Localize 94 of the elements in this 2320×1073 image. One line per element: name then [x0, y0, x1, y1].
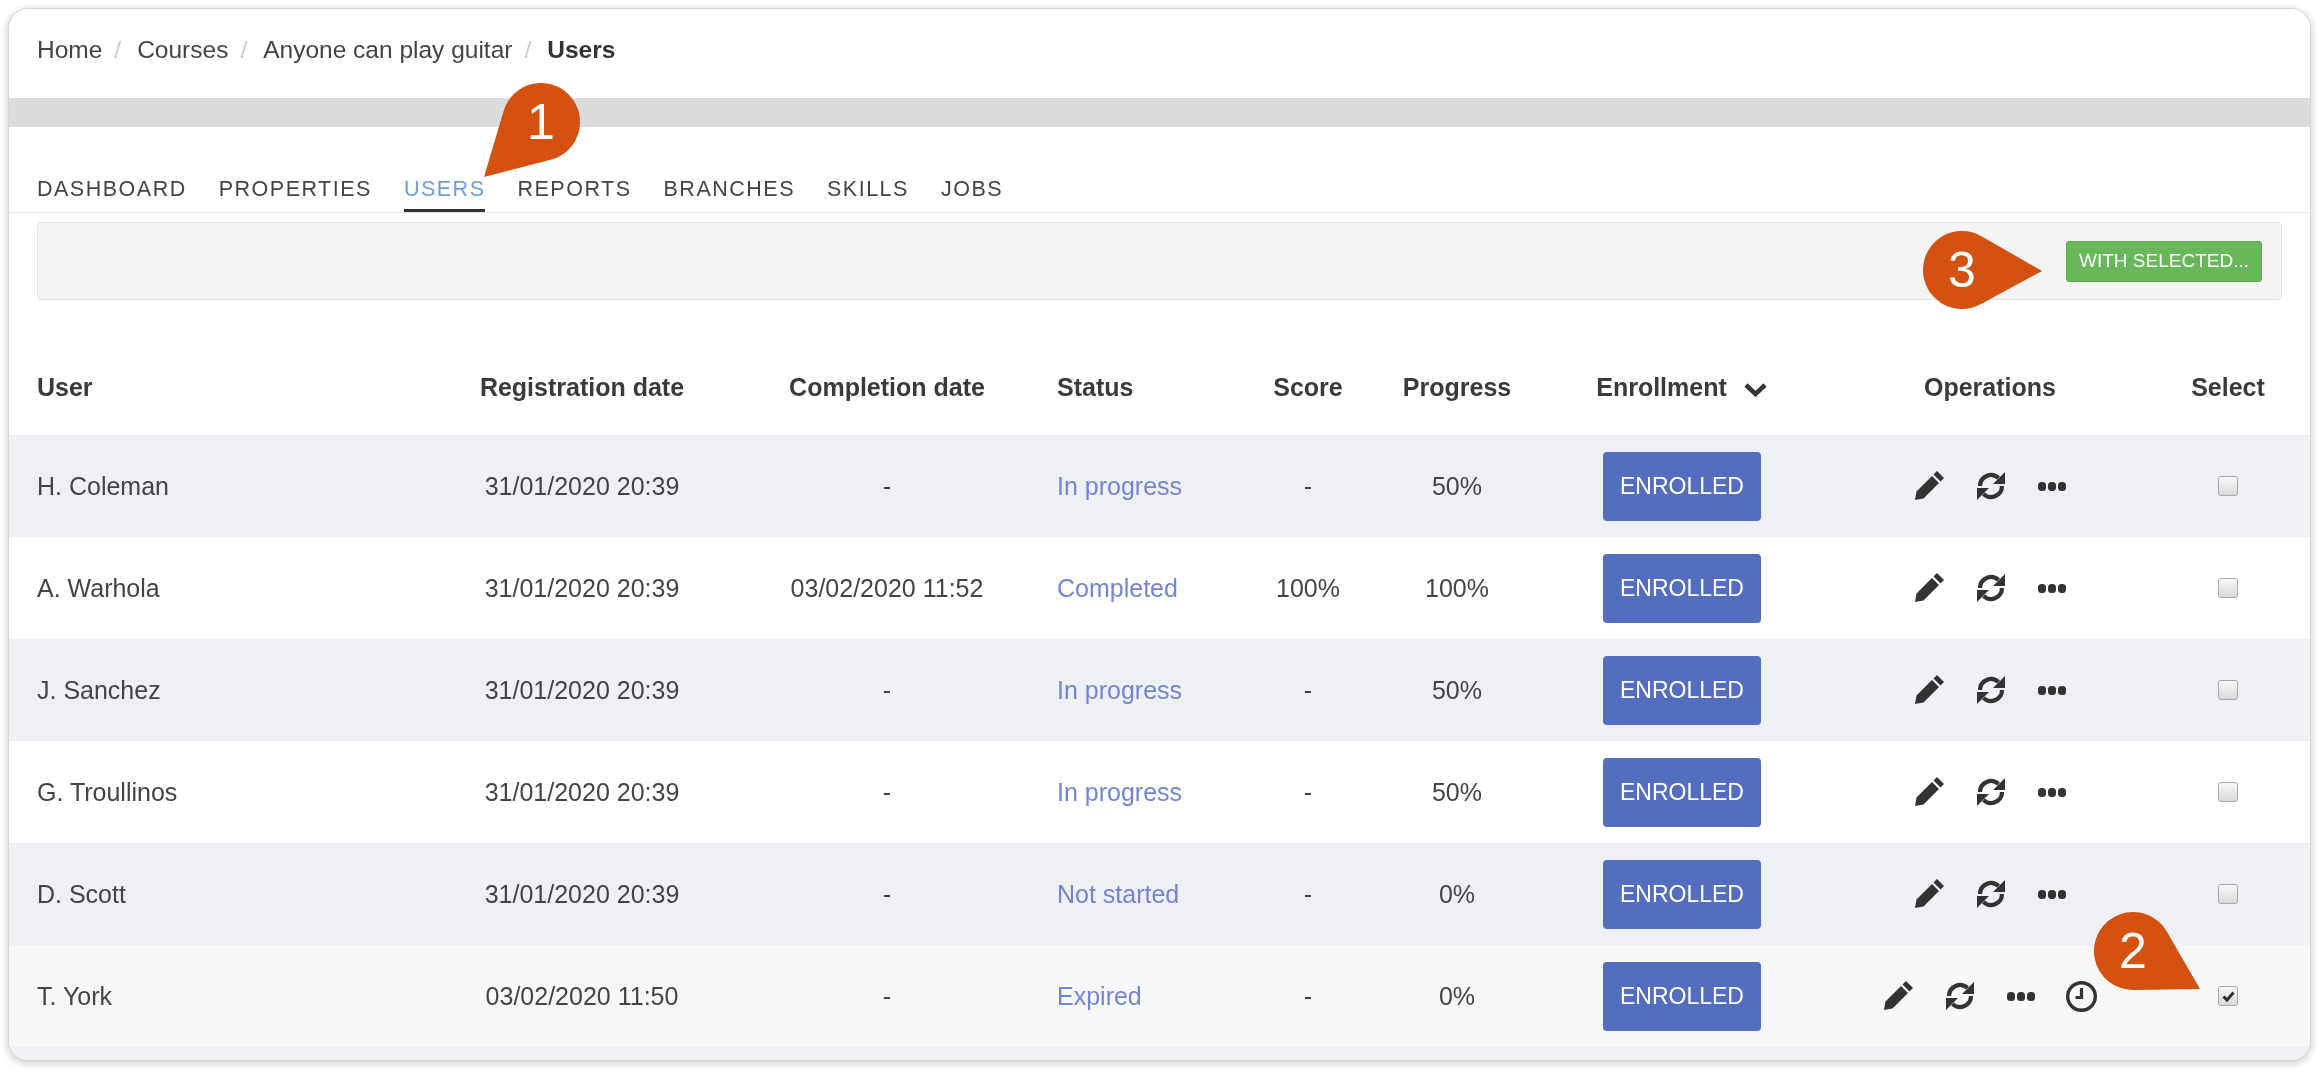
chevron-down-icon[interactable] [1742, 381, 1768, 397]
breadcrumb-current: Users [547, 35, 616, 66]
column-header: Completion date [789, 372, 985, 402]
select-checkbox[interactable] [2218, 476, 2238, 496]
select-checkbox[interactable] [2218, 986, 2238, 1006]
refresh-icon[interactable] [1944, 981, 1976, 1011]
select-checkbox[interactable] [2218, 680, 2238, 700]
column-header: Progress [1402, 372, 1512, 402]
pencil-icon[interactable] [1883, 981, 1913, 1011]
enrollment-button[interactable]: ENROLLED [1603, 961, 1761, 1031]
callout-marker: 2 [2094, 912, 2200, 990]
user-name: T. York [37, 981, 113, 1011]
tab[interactable]: DASHBOARD [37, 175, 187, 212]
ellipsis-icon[interactable] [2007, 991, 2035, 1001]
user-name: D. Scott [37, 879, 126, 909]
status-label: In progress [1057, 777, 1183, 807]
refresh-icon[interactable] [1975, 471, 2007, 501]
status-label: In progress [1057, 471, 1183, 501]
registration-date: 31/01/2020 20:39 [484, 879, 680, 909]
progress-value: 50% [1431, 777, 1482, 807]
tab[interactable]: BRANCHES [663, 175, 795, 212]
score-value: - [1303, 981, 1313, 1011]
tab[interactable]: JOBS [940, 175, 1004, 212]
status-label: In progress [1057, 675, 1183, 705]
user-name: G. Troullinos [37, 777, 178, 807]
column-header: Registration date [479, 372, 685, 402]
progress-value: 0% [1438, 879, 1476, 909]
column-header: Status [1057, 372, 1134, 402]
select-checkbox[interactable] [2218, 578, 2238, 598]
score-value: - [1303, 675, 1313, 705]
select-checkbox[interactable] [2218, 884, 2238, 904]
score-value: 100% [1276, 573, 1340, 603]
enrollment-button[interactable]: ENROLLED [1603, 757, 1761, 827]
user-name: A. Warhola [37, 573, 160, 603]
registration-date: 03/02/2020 11:50 [485, 981, 679, 1011]
breadcrumb-link[interactable]: Anyone can play guitar [263, 32, 513, 69]
select-checkbox[interactable] [2218, 782, 2238, 802]
score-value: - [1303, 777, 1313, 807]
refresh-icon[interactable] [1975, 675, 2007, 705]
pencil-icon[interactable] [1914, 573, 1944, 603]
breadcrumb-separator: / [240, 35, 248, 66]
column-header: Score [1273, 372, 1343, 402]
callout-marker: 3 [1923, 231, 2042, 309]
breadcrumb-separator: / [524, 35, 532, 66]
registration-date: 31/01/2020 20:39 [484, 777, 680, 807]
column-header[interactable]: Enrollment [1596, 372, 1727, 402]
enrollment-button[interactable]: ENROLLED [1603, 553, 1761, 623]
ellipsis-icon[interactable] [2038, 685, 2066, 695]
completion-date: - [882, 981, 892, 1011]
pencil-icon[interactable] [1914, 471, 1944, 501]
completion-date: 03/02/2020 11:52 [790, 573, 984, 603]
completion-date: - [882, 675, 892, 705]
clock-icon[interactable] [2066, 980, 2097, 1012]
enrollment-button[interactable]: ENROLLED [1603, 655, 1761, 725]
registration-date: 31/01/2020 20:39 [484, 471, 680, 501]
progress-value: 50% [1431, 675, 1482, 705]
progress-value: 0% [1438, 981, 1476, 1011]
checkmark-icon [2221, 990, 2235, 1002]
registration-date: 31/01/2020 20:39 [484, 573, 680, 603]
score-value: - [1303, 471, 1313, 501]
refresh-icon[interactable] [1975, 777, 2007, 807]
tab[interactable]: REPORTS [517, 175, 632, 212]
ellipsis-icon[interactable] [2038, 787, 2066, 797]
ellipsis-icon[interactable] [2038, 889, 2066, 899]
refresh-icon[interactable] [1975, 573, 2007, 603]
enrollment-button[interactable]: ENROLLED [1603, 859, 1761, 929]
user-name: J. Sanchez [37, 675, 161, 705]
completion-date: - [882, 471, 892, 501]
user-name: H. Coleman [37, 471, 169, 501]
enrollment-button[interactable]: ENROLLED [1603, 451, 1761, 521]
ellipsis-icon[interactable] [2038, 481, 2066, 491]
tab[interactable]: SKILLS [827, 175, 909, 212]
score-value: - [1303, 879, 1313, 909]
tab[interactable]: PROPERTIES [218, 175, 372, 212]
breadcrumb-separator: / [114, 35, 122, 66]
status-label: Expired [1057, 981, 1142, 1011]
pencil-icon[interactable] [1914, 675, 1944, 705]
pencil-icon[interactable] [1914, 777, 1944, 807]
callout-marker: 1 [484, 83, 580, 177]
breadcrumb-link[interactable]: Courses [137, 32, 229, 69]
progress-value: 50% [1431, 471, 1482, 501]
pencil-icon[interactable] [1914, 879, 1944, 909]
column-header: User [37, 372, 93, 402]
completion-date: - [882, 777, 892, 807]
progress-value: 100% [1425, 573, 1489, 603]
status-label: Not started [1057, 879, 1180, 909]
ellipsis-icon[interactable] [2038, 583, 2066, 593]
column-header: Select [2191, 372, 2265, 402]
breadcrumb-link[interactable]: Home [37, 32, 103, 69]
status-label: Completed [1057, 573, 1178, 603]
refresh-icon[interactable] [1975, 879, 2007, 909]
registration-date: 31/01/2020 20:39 [484, 675, 680, 705]
column-header: Operations [1924, 372, 2056, 402]
completion-date: - [882, 879, 892, 909]
